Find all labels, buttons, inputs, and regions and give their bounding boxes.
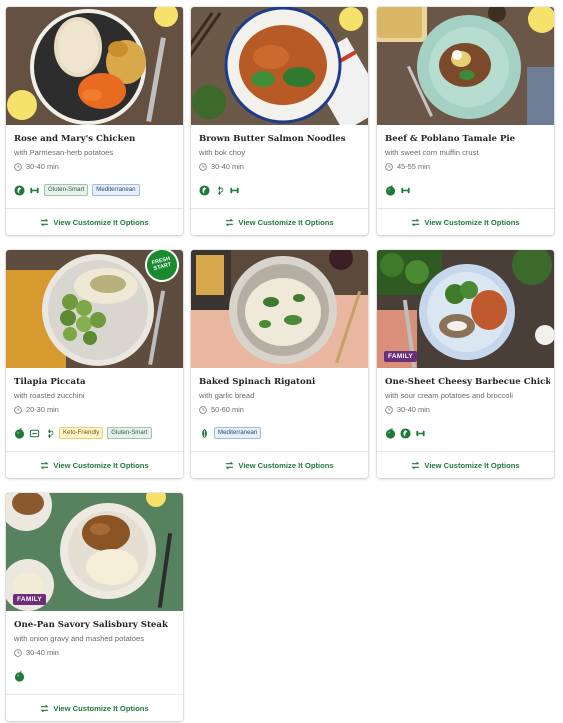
swap-icon [411,218,420,226]
view-customize-options-label: View Customize It Options [424,460,520,470]
recipe-title[interactable]: One-Pan Savory Salisbury Steak [14,620,179,630]
dish-icon [29,429,40,437]
recipe-card[interactable]: Brown Butter Salmon Noodles with bok cho… [191,7,368,235]
tag-list [385,427,426,439]
tag-list: Keto-Friendly Gluten-Smart [14,427,152,439]
cook-time: 45-55 min [385,162,430,171]
protein-icon [230,187,239,193]
recipe-subtitle: with garlic bread [199,391,255,400]
recipe-title[interactable]: One-Sheet Cheesy Barbecue Chicken [385,377,550,387]
clock-icon [14,162,22,171]
swap-icon [40,704,49,712]
view-customize-options-label: View Customize It Options [53,703,149,713]
carb-smart-icon [48,428,54,438]
cook-time: 50-60 min [199,405,244,414]
cook-time-text: 30-40 min [26,648,59,657]
recipe-subtitle: with sour cream potatoes and broccoli [385,391,513,400]
recipe-title[interactable]: Baked Spinach Rigatoni [199,377,364,387]
calorie-smart-icon [199,184,210,196]
clock-icon [385,162,393,171]
view-customize-options-label: View Customize It Options [238,460,334,470]
cook-time: 30-40 min [385,405,430,414]
clock-icon [14,648,22,657]
recipe-photo [6,7,183,125]
cook-time-text: 30-40 min [26,162,59,171]
tag-gluten-smart: Gluten-Smart [44,184,89,196]
view-customize-options-label: View Customize It Options [53,217,149,227]
view-customize-options-link[interactable]: View Customize It Options [377,452,554,478]
cook-time-text: 45-55 min [397,162,430,171]
recipe-card[interactable]: Beef & Poblano Tamale Pie with sweet cor… [377,7,554,235]
view-customize-options-label: View Customize It Options [53,460,149,470]
recipe-subtitle: with roasted zucchini [14,391,85,400]
cook-time: 30-40 min [199,162,244,171]
tag-mediterranean: Mediterranean [214,427,262,439]
swap-icon [40,461,49,469]
recipe-title[interactable]: Brown Butter Salmon Noodles [199,134,364,144]
recipe-card[interactable]: Baked Spinach Rigatoni with garlic bread… [191,250,368,478]
recipe-photo: FAMILY [377,250,554,368]
recipe-subtitle: with Parmesan-herb potatoes [14,148,114,157]
carb-smart-icon [218,185,224,195]
protein-icon [401,187,410,193]
tag-list: Mediterranean [199,427,262,439]
recipe-photo [191,250,368,368]
recipe-card[interactable]: Rose and Mary's Chicken with Parmesan-he… [6,7,183,235]
clock-icon [199,162,207,171]
swap-icon [40,218,49,226]
apple-icon [14,427,25,439]
cook-time-text: 30-40 min [397,405,430,414]
clock-icon [385,405,393,414]
swap-icon [411,461,420,469]
veggie-icon [202,428,207,438]
protein-icon [416,430,425,436]
tag-list [199,184,240,196]
family-badge: FAMILY [384,351,418,362]
cook-time: 30-40 min [14,162,59,171]
swap-icon [225,461,234,469]
apple-icon [14,670,25,682]
recipe-photo: FAMILY [6,493,183,611]
recipe-card[interactable]: FAMILY One-Sheet Cheesy Barbecue Chicken… [377,250,554,478]
protein-icon [30,187,39,193]
recipe-photo: FRESH START [6,250,183,368]
recipe-title[interactable]: Rose and Mary's Chicken [14,134,179,144]
view-customize-options-link[interactable]: View Customize It Options [191,452,368,478]
tag-list: Gluten-Smart Mediterranean [14,184,140,196]
view-customize-options-link[interactable]: View Customize It Options [377,209,554,235]
calorie-smart-icon [400,427,411,439]
view-customize-options-link[interactable]: View Customize It Options [191,209,368,235]
clock-icon [199,405,207,414]
swap-icon [225,218,234,226]
recipe-photo [191,7,368,125]
recipe-title[interactable]: Beef & Poblano Tamale Pie [385,134,550,144]
apple-icon [385,184,396,196]
recipe-card[interactable]: FAMILY One-Pan Savory Salisbury Steak wi… [6,493,183,721]
tag-keto-friendly: Keto-Friendly [59,427,104,439]
calorie-smart-icon [14,184,25,196]
family-badge: FAMILY [13,594,47,605]
tag-list [385,184,411,196]
clock-icon [14,405,22,414]
view-customize-options-link[interactable]: View Customize It Options [6,695,183,721]
tag-gluten-smart: Gluten-Smart [107,427,152,439]
cook-time-text: 20-30 min [26,405,59,414]
recipe-subtitle: with sweet corn muffin crust [385,148,479,157]
view-customize-options-label: View Customize It Options [238,217,334,227]
view-customize-options-label: View Customize It Options [424,217,520,227]
cook-time: 30-40 min [14,648,59,657]
tag-mediterranean: Mediterranean [92,184,140,196]
cook-time: 20-30 min [14,405,59,414]
view-customize-options-link[interactable]: View Customize It Options [6,452,183,478]
view-customize-options-link[interactable]: View Customize It Options [6,209,183,235]
recipe-title[interactable]: Tilapia Piccata [14,377,179,387]
cook-time-text: 30-40 min [211,162,244,171]
recipe-subtitle: with onion gravy and mashed potatoes [14,634,145,643]
recipe-photo [377,7,554,125]
apple-icon [385,427,396,439]
tag-list [14,670,25,682]
recipe-card[interactable]: FRESH START Tilapia Piccata with roasted… [6,250,183,478]
recipe-subtitle: with bok choy [199,148,246,157]
cook-time-text: 50-60 min [211,405,244,414]
